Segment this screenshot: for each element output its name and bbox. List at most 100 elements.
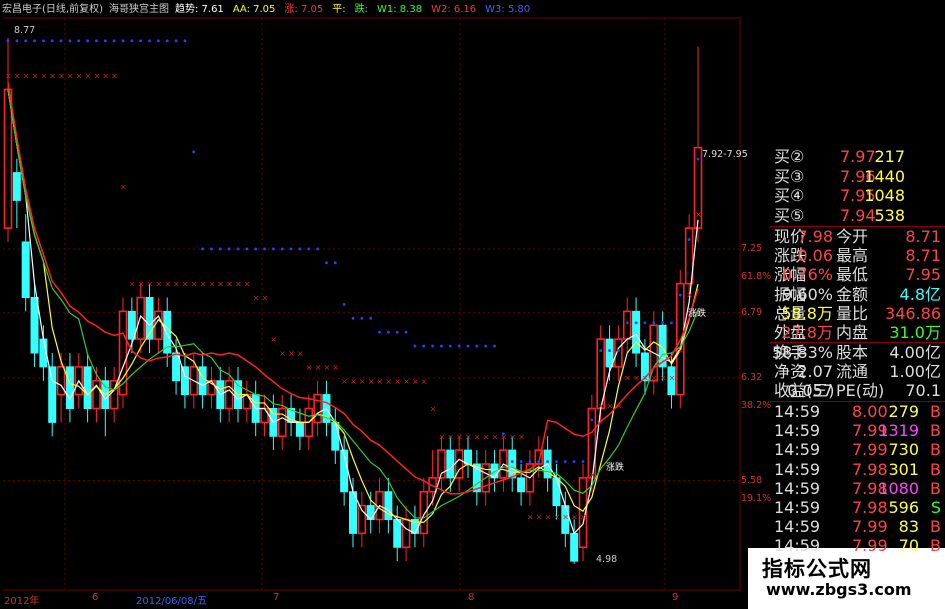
resistance-dot [378,330,381,334]
order-volume: 1440 [864,166,905,186]
stop-cross: × [642,374,649,383]
stop-cross: × [102,72,109,81]
resistance-dot [307,247,311,251]
stop-cross: × [492,432,499,441]
candle-body [30,297,39,354]
stop-cross: × [536,512,543,521]
stop-cross: × [589,471,596,480]
stop-cross: × [217,280,224,289]
stop-cross: × [332,363,339,372]
stop-cross: × [518,432,525,441]
stop-cross: × [660,374,667,383]
resistance-dot [448,344,452,348]
resistance-dot [528,460,532,463]
finance-value: 0.057 [787,381,833,401]
resistance-dot [263,247,266,251]
candle-body [56,366,66,396]
tick-side: S [930,498,941,517]
stop-cross: × [129,280,136,289]
tick-volume: 1080 [878,478,919,498]
resistance-dot [325,261,328,265]
date-axis-label: 2012年 [4,596,40,607]
stop-cross: × [368,377,375,386]
resistance-dot [130,39,134,43]
stat-label: 金额 [836,284,869,304]
date-axis-label: 9 [672,592,679,603]
candle-body [48,366,57,423]
finance-row: 收益(三) 0.057 PE(动) 70.1 [770,381,945,400]
tick-side: B [930,517,941,537]
stop-cross: × [253,294,260,303]
tick-price: 8.00 [852,402,888,421]
stop-cross: × [226,280,233,289]
resistance-dot [590,418,594,422]
indicator-value: 平: [332,4,346,15]
stop-cross: × [686,290,693,299]
resistance-dot [351,316,355,320]
quote-stat-row: 涨跌 0.06 最高 8.71 [770,246,945,265]
resistance-dot [112,39,116,43]
stat-value: 7.98 [797,227,833,246]
resistance-dot [510,460,514,463]
stop-cross: × [598,401,605,410]
candle-body [632,310,641,354]
stop-cross: × [545,512,552,521]
tick-time: 14:59 [774,498,821,517]
stop-cross: × [562,512,569,521]
indicator-value: 跌: [354,4,368,15]
stop-cross: × [509,432,516,441]
stat-value: 58.8万 [781,303,833,323]
stop-cross: × [571,512,578,521]
candle-body [224,379,234,410]
resistance-dot [289,247,293,251]
stop-cross: × [633,374,640,383]
candle-body [614,338,623,368]
tick-row: 14:59 7.99 1319 B [770,421,945,440]
stop-cross: × [341,377,348,386]
stop-cross: × [306,363,313,372]
resistance-dot [369,316,373,320]
stop-cross: × [93,72,100,81]
stop-cross: × [553,512,560,521]
candle-body [12,172,21,201]
stop-cross: × [182,280,189,289]
resistance-dot [599,349,603,352]
resistance-dot [156,39,160,43]
tick-row: 14:59 7.98 301 B [770,460,945,479]
indicator-value: AA: 7.05 [232,4,276,15]
stop-cross: × [279,349,286,358]
price-axis-label: 5.58 [741,474,763,486]
indicator-value: W1: 8.38 [377,4,423,15]
resistance-dot [422,344,426,348]
tick-time: 14:59 [774,402,821,421]
stat-label: 内盘 [836,323,869,342]
order-price: 7.97 [840,147,876,166]
finance-row: 净资 2.07 流通 1.00亿 [770,362,945,381]
finance-label: 流通 [836,362,869,382]
stop-cross: × [465,432,472,441]
stop-cross: × [49,72,56,81]
tick-volume: 1319 [878,421,919,441]
stop-cross: × [607,401,614,410]
tick-time: 14:59 [774,440,821,460]
quote-stat-row: 现价 7.98 今开 8.71 [770,227,945,246]
resistance-dot [210,247,213,251]
candle-body [21,241,30,298]
candle-body [3,88,13,229]
resistance-dot [608,349,611,352]
candle-body [83,366,92,409]
finance-value: 70.1 [905,381,941,401]
resistance-dot [519,460,523,463]
resistance-dot [555,460,558,463]
stop-cross: × [350,377,357,386]
resistance-dot [342,303,346,306]
resistance-dot [68,39,72,43]
order-label: 买④ [774,186,805,205]
price-axis-label: 6.32 [741,371,763,383]
candle-body [508,449,517,479]
candle-body [277,407,287,438]
stop-cross: × [173,280,180,289]
tick-time: 14:59 [774,478,821,498]
tick-time: 14:59 [774,459,821,479]
resistance-dot [15,39,19,43]
